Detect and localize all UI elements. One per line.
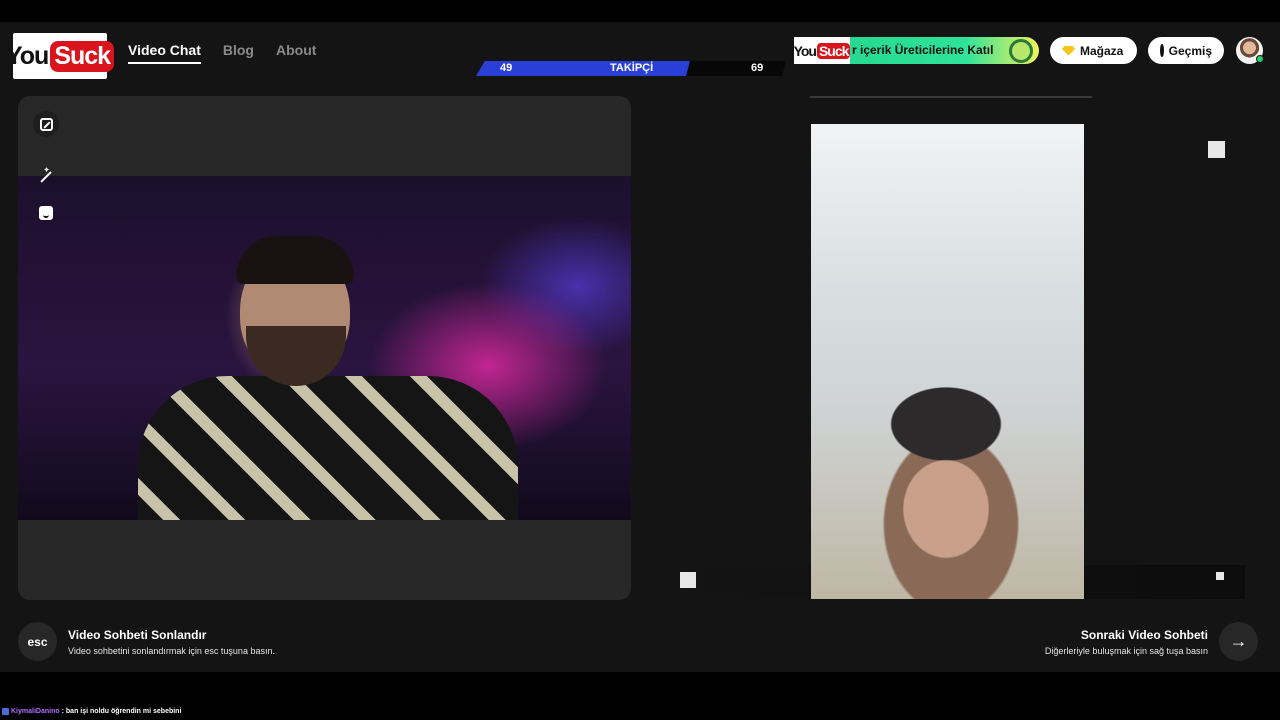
clock-icon [1160, 44, 1167, 57]
follower-count-left: 49 [500, 62, 513, 74]
arrow-right-icon: → [1229, 631, 1248, 651]
shop-button[interactable]: Mağaza [1050, 37, 1137, 64]
follower-progress-rest [686, 61, 786, 76]
promo-text: r içerik Üreticilerine Katıl [852, 43, 994, 57]
end-chat-subtitle: Video sohbetini sonlandırmak için esc tu… [68, 645, 275, 656]
local-camera-feed [18, 176, 631, 520]
pixel-artifact [1216, 572, 1224, 580]
fullscreen-button[interactable] [33, 111, 59, 137]
stream-chat-line: KiymaliDanino : ban işi noldu öğrendin m… [2, 708, 181, 715]
pixel-artifact [680, 572, 696, 588]
promo-logo-suck: Suck [816, 42, 851, 59]
shop-label: Mağaza [1080, 43, 1124, 58]
face-filter-button[interactable] [33, 200, 59, 226]
main-nav: Video Chat Blog About [128, 42, 316, 64]
creator-promo-banner[interactable]: You Suck r içerik Üreticilerine Katıl [794, 37, 1039, 64]
gem-icon [1062, 45, 1075, 56]
next-chat-subtitle: Diğerleriyle buluşmak için sağ tuşa bası… [1044, 645, 1208, 656]
coin-icon [1009, 39, 1033, 63]
history-label: Geçmiş [1168, 43, 1212, 58]
logo-text-you: You [5, 41, 49, 70]
end-chat-hint: esc Video Sohbeti Sonlandır Video sohbet… [18, 622, 275, 661]
next-chat-title: Sonraki Video Sohbeti [1080, 627, 1208, 642]
app-window: You Suck Video Chat Blog About 49 TAKİPÇ… [0, 22, 1280, 672]
chat-message: : ban işi noldu öğrendin mi sebebini [61, 708, 182, 715]
person-hair [236, 236, 354, 284]
nav-blog[interactable]: Blog [223, 42, 254, 64]
follower-count-right: 69 [751, 62, 764, 74]
follower-label: TAKİPÇİ [610, 62, 654, 74]
chat-badge-icon [2, 708, 9, 715]
next-chat-button[interactable]: → [1219, 622, 1258, 661]
end-chat-button[interactable]: esc [18, 622, 57, 661]
chat-username: KiymaliDanino [11, 708, 60, 715]
face-filter-icon [39, 206, 53, 220]
online-status-dot [1256, 55, 1264, 63]
promo-logo: You Suck [794, 37, 851, 64]
follower-progress-bar: 49 TAKİPÇİ 69 [476, 61, 786, 76]
youSuck-logo[interactable]: You Suck [6, 33, 115, 79]
expand-icon [39, 117, 53, 131]
effects-button[interactable] [33, 164, 59, 190]
next-chat-hint: Sonraki Video Sohbeti Diğerleriyle buluş… [1045, 622, 1258, 661]
promo-logo-you: You [794, 42, 817, 59]
pixel-artifact [1208, 141, 1225, 158]
logo-text-suck: Suck [50, 40, 115, 72]
end-chat-title: Video Sohbeti Sonlandır [68, 627, 207, 642]
remote-camera-feed [811, 124, 1084, 599]
nav-about[interactable]: About [276, 42, 316, 64]
nav-video-chat[interactable]: Video Chat [128, 42, 201, 64]
local-video-panel [18, 96, 631, 600]
magic-wand-icon [40, 171, 52, 183]
remote-progress-line [810, 96, 1092, 98]
user-avatar[interactable] [1236, 37, 1264, 64]
person-body [138, 376, 518, 520]
history-button[interactable]: Geçmiş [1148, 37, 1224, 64]
